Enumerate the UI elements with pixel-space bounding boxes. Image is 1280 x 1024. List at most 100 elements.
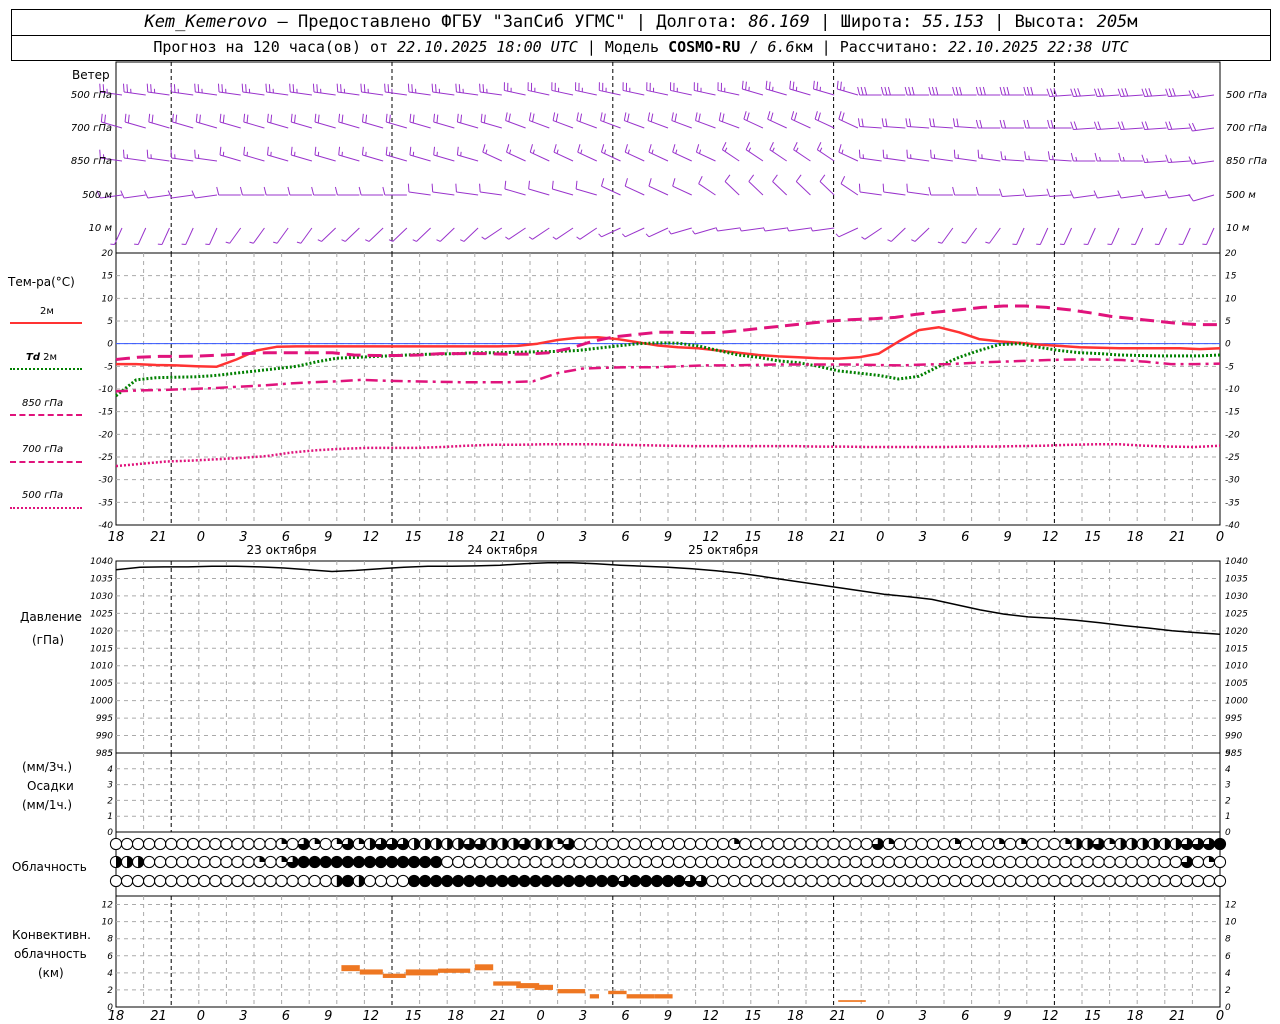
cloud-symbol [595, 837, 608, 851]
cloud-circle [695, 837, 708, 851]
barb-feather [887, 239, 892, 242]
barb-feather [835, 233, 840, 238]
cloud-circle [176, 874, 189, 888]
barb-staff [552, 188, 574, 196]
cloud-symbol [385, 855, 399, 869]
barb-feather [317, 114, 320, 123]
barb-feather [979, 119, 983, 129]
cloud-circle [672, 855, 686, 869]
wind-barb [765, 80, 787, 96]
cloud-symbol [1191, 837, 1205, 851]
wind-barb [795, 174, 811, 196]
cloud-circle [915, 874, 929, 888]
cloud-circle [838, 874, 851, 888]
barb-staff [276, 227, 289, 244]
barb-feather [724, 174, 731, 182]
cloud-circle [948, 855, 962, 869]
cloud-symbol [1026, 874, 1039, 888]
precip-tick-label: 1 [107, 812, 113, 822]
cloud-symbol [1070, 837, 1083, 851]
barb-feather [935, 86, 939, 96]
barb-feather [1051, 155, 1054, 160]
cloud-circle [496, 855, 509, 869]
cloud-circle [838, 855, 851, 869]
cloud-symbol [1004, 837, 1017, 851]
barb-feather [409, 146, 412, 156]
cloud-fill [1214, 838, 1226, 850]
wind-barb [975, 86, 1001, 96]
convective-bar [654, 994, 673, 999]
wind-barb [311, 186, 336, 196]
cloud-symbol [264, 837, 277, 851]
cloud-circle [198, 874, 211, 888]
pres-tick-label: 1000 [1225, 697, 1248, 707]
cloud-circle [1081, 855, 1094, 869]
wind-barb [772, 174, 788, 196]
barb-feather [296, 241, 302, 244]
wind-barb [857, 86, 882, 96]
wind-barb [1188, 122, 1215, 132]
cloud-circle [209, 837, 222, 851]
cloud-symbol [1202, 874, 1216, 888]
barb-feather [743, 111, 747, 120]
barb-staff [1073, 194, 1096, 199]
barb-feather [881, 118, 884, 127]
wind-barb [195, 113, 218, 129]
temp-axis-hour-label: 18 [108, 530, 125, 545]
pres-tick-label: 1010 [1225, 662, 1248, 672]
cloud-symbol [120, 837, 134, 851]
barb-feather [1094, 152, 1098, 162]
precip-tick-label: 0 [107, 828, 113, 838]
temp-tick-label: -30 [1225, 476, 1240, 486]
cloud-circle [915, 855, 929, 869]
cloud-symbol [1070, 874, 1083, 888]
conv-tick-label: 4 [107, 969, 113, 979]
wind-barb [577, 144, 597, 162]
barb-feather [1121, 121, 1125, 130]
cloud-circle [1059, 855, 1072, 869]
cloud-circle [1070, 874, 1083, 888]
cloud-circle [143, 855, 156, 869]
wind-barb [858, 183, 882, 196]
cloud-symbol [650, 837, 664, 851]
cloud-circle [717, 837, 730, 851]
barb-feather [1070, 152, 1074, 162]
cloud-fill [1208, 856, 1215, 862]
wind-barb [1165, 154, 1191, 164]
cloud-circle [1026, 874, 1039, 888]
barb-feather [170, 149, 173, 158]
barb-staff [890, 227, 906, 242]
barb-feather [905, 118, 908, 127]
cloud-fill [408, 856, 420, 868]
wind-barb [882, 183, 906, 196]
barb-feather [151, 114, 154, 123]
barb-staff [859, 191, 882, 196]
barb-feather [482, 144, 486, 153]
barb-feather [840, 81, 842, 90]
cloud-symbol [595, 855, 608, 869]
cloud-symbol [143, 855, 156, 869]
cloud-symbol [739, 855, 752, 869]
barb-staff [575, 188, 597, 196]
wind-level-label: 500 м [82, 190, 112, 201]
cloud-fill [331, 856, 343, 868]
cloud-circle [551, 855, 564, 869]
cloud-symbol [1037, 837, 1050, 851]
cloud-symbol [595, 874, 608, 888]
cloud-circle [937, 874, 951, 888]
cloud-symbol [882, 855, 895, 869]
cloud-circle [220, 874, 233, 888]
barb-feather [199, 114, 201, 123]
cloud-symbol [363, 837, 377, 851]
barb-feather [1172, 88, 1176, 97]
cloud-symbol [474, 855, 487, 869]
barb-feather [455, 183, 457, 192]
cloud-symbol [606, 837, 619, 851]
barb-feather [838, 111, 842, 120]
temp-tick-label: 15 [1225, 272, 1237, 282]
wind-barb [858, 149, 882, 162]
cloud-symbol [849, 874, 862, 888]
cloud-fill [281, 856, 288, 862]
convective-bar [557, 989, 586, 994]
cloud-symbol [606, 874, 619, 888]
